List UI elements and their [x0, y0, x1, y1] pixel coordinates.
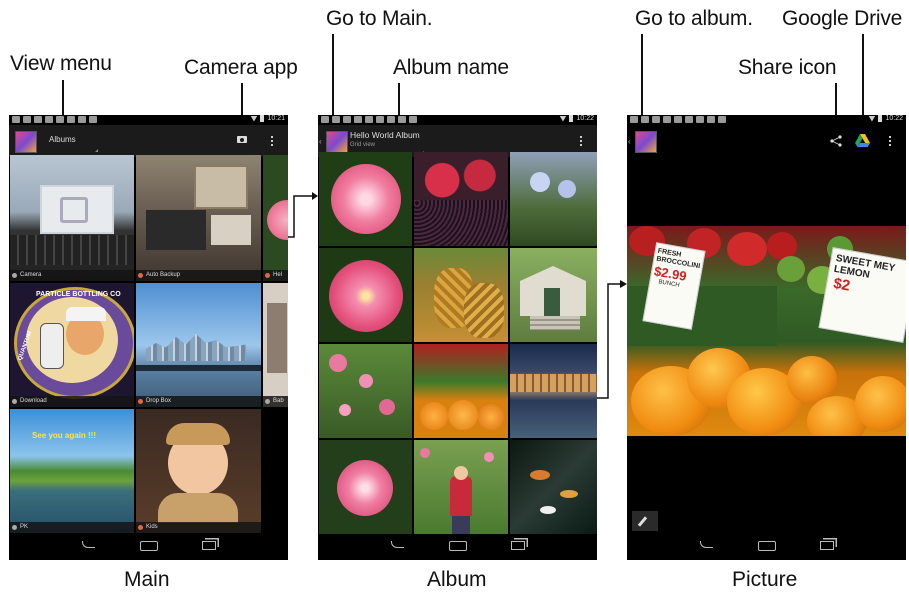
- nav-bar: [627, 536, 906, 560]
- dropbox-icon: [138, 399, 143, 404]
- back-button[interactable]: [82, 541, 95, 548]
- battery-icon: [260, 115, 265, 122]
- album-label: Kids: [146, 524, 158, 530]
- callout-camera-app: Camera app: [184, 56, 298, 79]
- album-tile-bab[interactable]: Bab: [263, 283, 288, 407]
- album-tile-hello[interactable]: Hel: [263, 155, 288, 281]
- photo-thumb-11[interactable]: [414, 440, 508, 534]
- photo-thumb-5[interactable]: [414, 248, 508, 342]
- camera-icon: [12, 273, 17, 278]
- go-to-main-button[interactable]: [326, 131, 348, 153]
- album-label: Auto Backup: [146, 272, 181, 278]
- caption-picture: Picture: [732, 568, 798, 591]
- album-tile-drop-box[interactable]: Drop Box: [136, 283, 261, 407]
- picture-screen: 10:22 ‹ FRESH BROCCOLINI $2.99 BUNCH SWE…: [627, 115, 906, 560]
- gallery-app-icon[interactable]: [15, 131, 37, 153]
- album-title[interactable]: Hello World Album: [350, 130, 420, 140]
- callout-go-to-album: Go to album.: [635, 7, 753, 30]
- album-label: Hel: [273, 272, 283, 278]
- callout-album-name: Album name: [393, 56, 509, 79]
- photo-thumb-4[interactable]: [319, 248, 412, 342]
- album-icon: [265, 399, 270, 404]
- album-tile-camera[interactable]: Camera: [10, 155, 134, 281]
- caption-album: Album: [427, 568, 487, 591]
- pencil-icon: [637, 516, 648, 527]
- album-tile-download[interactable]: PARTICLE BOTTLING CO QUANTUM Download: [10, 283, 134, 407]
- photo-thumb-12[interactable]: [510, 440, 597, 534]
- home-button[interactable]: [140, 541, 158, 551]
- up-chevron-icon[interactable]: ‹: [319, 137, 322, 146]
- status-bar: 10:21: [9, 115, 288, 125]
- home-button[interactable]: [449, 541, 467, 551]
- battery-icon: [878, 115, 883, 122]
- album-label: Camera: [20, 272, 42, 278]
- overflow-menu-icon[interactable]: [889, 136, 891, 146]
- status-bar: 10:22: [627, 115, 906, 125]
- go-to-album-button[interactable]: [635, 131, 657, 153]
- photo-thumb-7[interactable]: [319, 344, 412, 438]
- pk-photo-text: See you again !!!: [32, 431, 97, 440]
- photo-thumb-2[interactable]: [414, 152, 508, 246]
- callout-go-to-main: Go to Main.: [326, 7, 433, 30]
- nav-bar: [318, 536, 597, 560]
- status-time: 10:22: [885, 115, 903, 122]
- recents-button[interactable]: [820, 541, 834, 550]
- main-screen: 10:21 Albums Camera Auto Backup Hel PART…: [9, 115, 288, 560]
- sweet-meyer-lemon-sign: SWEET MEY LEMON $2: [818, 247, 906, 343]
- album-icon: [138, 525, 143, 530]
- overflow-menu-icon[interactable]: [271, 136, 273, 146]
- wifi-icon: [559, 115, 567, 122]
- album-tile-auto-backup[interactable]: Auto Backup: [136, 155, 261, 281]
- view-menu-spinner[interactable]: Albums: [49, 135, 76, 144]
- google-drive-icon[interactable]: [855, 134, 870, 147]
- album-icon: [265, 273, 270, 278]
- auto-backup-icon: [138, 273, 143, 278]
- edit-button[interactable]: [632, 511, 658, 531]
- status-bar: 10:22: [318, 115, 597, 125]
- battery-icon: [569, 115, 574, 122]
- wifi-icon: [868, 115, 876, 122]
- download-art-text: PARTICLE BOTTLING CO: [36, 291, 121, 298]
- action-bar: Albums: [9, 125, 288, 157]
- photo-thumb-6[interactable]: [510, 248, 597, 342]
- album-label: Download: [20, 398, 47, 404]
- callout-share-icon: Share icon: [738, 56, 837, 79]
- photo-thumb-3[interactable]: [510, 152, 597, 246]
- photo-thumb-9[interactable]: [510, 344, 597, 438]
- up-chevron-icon[interactable]: ‹: [628, 137, 631, 146]
- album-screen: 10:22 ‹ Hello World Album Grid view: [318, 115, 597, 560]
- folder-icon: [12, 525, 17, 530]
- market-photo[interactable]: FRESH BROCCOLINI $2.99 BUNCH SWEET MEY L…: [627, 226, 906, 436]
- album-label: PK: [20, 524, 29, 530]
- camera-icon[interactable]: [237, 136, 247, 143]
- callout-view-menu: View menu: [10, 52, 112, 75]
- album-view-mode[interactable]: Grid view: [350, 142, 375, 148]
- album-label: Drop Box: [146, 398, 172, 404]
- album-label: Bab: [273, 398, 284, 404]
- status-time: 10:21: [267, 115, 285, 122]
- album-tile-kids[interactable]: Kids: [136, 409, 261, 533]
- share-icon[interactable]: [829, 135, 843, 147]
- photo-thumb-1[interactable]: [319, 152, 412, 246]
- photo-thumb-8[interactable]: [414, 344, 508, 438]
- wifi-icon: [250, 115, 258, 122]
- callout-google-drive: Google Drive: [782, 7, 903, 30]
- back-button[interactable]: [391, 541, 404, 548]
- photo-thumb-10[interactable]: [319, 440, 412, 534]
- recents-button[interactable]: [202, 541, 216, 550]
- home-button[interactable]: [758, 541, 776, 551]
- action-bar: ‹: [627, 125, 906, 157]
- nav-bar: [9, 536, 288, 560]
- recents-button[interactable]: [511, 541, 525, 550]
- album-tile-pk[interactable]: See you again !!! PK: [10, 409, 134, 533]
- folder-icon: [12, 399, 17, 404]
- overflow-menu-icon[interactable]: [580, 136, 582, 146]
- status-time: 10:22: [576, 115, 594, 122]
- back-button[interactable]: [700, 541, 713, 548]
- caption-main: Main: [124, 568, 170, 591]
